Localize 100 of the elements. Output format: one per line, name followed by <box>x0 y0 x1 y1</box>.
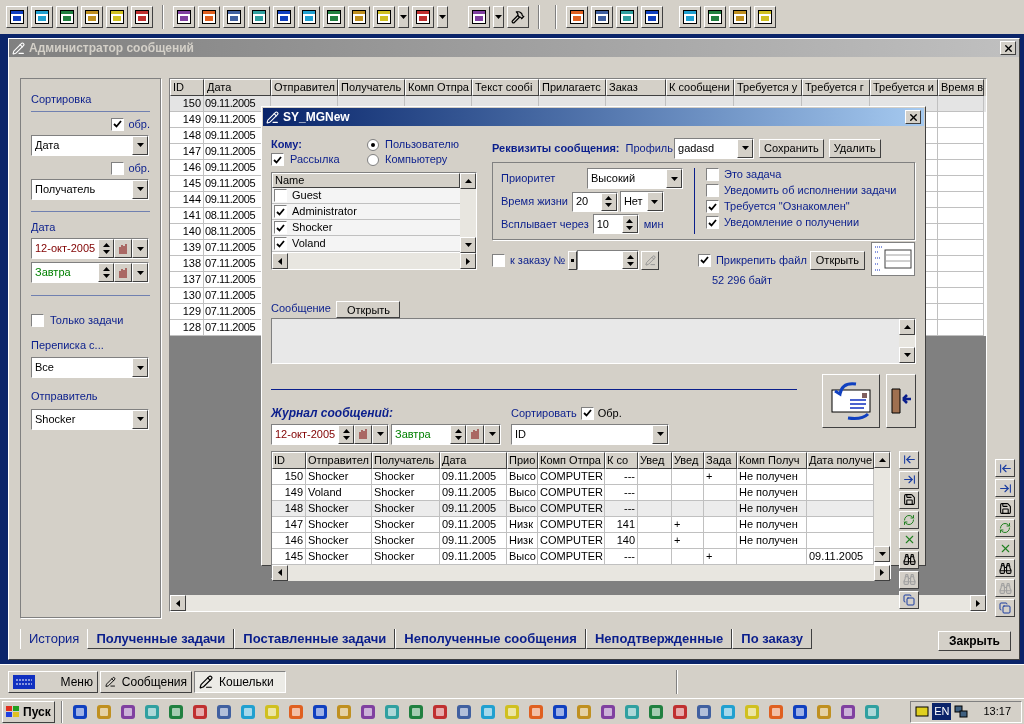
tab[interactable]: Полученные задачи <box>87 629 235 649</box>
calendar-button[interactable] <box>114 239 132 258</box>
toolbar-dropdown-button[interactable] <box>437 6 448 28</box>
column-header[interactable]: Текст сообі <box>472 79 539 96</box>
dropdown[interactable]: ID <box>511 423 669 445</box>
spin-button[interactable] <box>450 424 466 444</box>
column-header[interactable]: Дата получе <box>807 451 874 469</box>
radio-button[interactable] <box>367 138 379 151</box>
column-header[interactable]: Зада <box>704 451 737 469</box>
column-header[interactable]: Получатель <box>338 79 405 96</box>
toolbar-button[interactable] <box>566 6 588 28</box>
toolbar-button[interactable] <box>323 6 345 28</box>
vertical-scrollbar[interactable] <box>874 451 890 562</box>
app-icon[interactable] <box>191 703 208 720</box>
column-header[interactable]: Требуется у <box>734 79 802 96</box>
toolbar-button[interactable] <box>81 6 103 28</box>
app-icon[interactable] <box>359 703 376 720</box>
delete-button[interactable] <box>995 539 1015 557</box>
app-icon[interactable] <box>311 703 328 720</box>
vertical-scrollbar[interactable] <box>899 318 915 363</box>
toolbar-button[interactable] <box>616 6 638 28</box>
date-field[interactable]: 12-окт-2005 <box>271 423 389 445</box>
column-header[interactable]: Получатель <box>372 451 440 469</box>
dropdown[interactable]: Дата <box>31 134 149 156</box>
move-left-button[interactable] <box>899 450 919 469</box>
refresh-button[interactable] <box>995 519 1015 537</box>
toolbar-dropdown-button[interactable] <box>398 6 409 28</box>
toolbar-dropdown-button[interactable] <box>493 6 504 28</box>
toolbar-button[interactable] <box>412 6 434 28</box>
move-right-button[interactable] <box>995 479 1015 497</box>
date-field[interactable]: Завтра <box>31 262 149 283</box>
checkbox[interactable] <box>274 221 287 234</box>
checkbox[interactable] <box>271 153 284 166</box>
checkbox[interactable] <box>697 253 711 267</box>
open-button[interactable]: Открыть <box>809 250 865 270</box>
dropdown-button[interactable] <box>132 409 148 429</box>
checkbox[interactable] <box>492 253 505 267</box>
checkbox[interactable] <box>274 237 287 250</box>
column-header[interactable]: Заказ <box>606 79 666 96</box>
spin-button[interactable] <box>621 215 638 233</box>
dropdown-button[interactable] <box>132 179 148 199</box>
list-item[interactable]: Guest <box>292 187 322 204</box>
dropdown-button[interactable] <box>132 239 148 258</box>
dropdown[interactable]: Нет <box>619 191 664 212</box>
dropdown-button[interactable] <box>666 169 682 188</box>
column-header[interactable]: Дата <box>440 451 507 469</box>
calendar-button[interactable] <box>114 263 132 282</box>
dropdown-button[interactable] <box>646 192 663 211</box>
tab[interactable]: По заказу <box>732 629 812 649</box>
exit-button[interactable] <box>886 373 916 428</box>
toolbar-button[interactable] <box>6 6 28 28</box>
toolbar-button[interactable] <box>106 6 128 28</box>
column-header[interactable]: Комп Отпра <box>405 79 472 96</box>
spin-button[interactable] <box>338 424 354 444</box>
move-left-button[interactable] <box>995 459 1015 477</box>
save-button[interactable]: Сохранить <box>759 138 824 158</box>
column-header[interactable]: Отправител <box>271 79 338 96</box>
network-icon[interactable] <box>954 704 969 719</box>
dropdown[interactable]: Получатель <box>31 178 149 200</box>
dropdown-button[interactable] <box>372 424 388 444</box>
app-icon[interactable] <box>167 703 184 720</box>
monitor-icon[interactable] <box>915 704 930 719</box>
date-field[interactable]: Завтра <box>391 423 501 445</box>
save-button[interactable] <box>995 499 1015 517</box>
app-icon[interactable] <box>647 703 664 720</box>
app-icon[interactable] <box>119 703 136 720</box>
dropdown[interactable]: Все <box>31 357 149 378</box>
tab[interactable]: Поставленные задачи <box>234 629 396 649</box>
checkbox[interactable] <box>111 117 125 131</box>
column-header[interactable]: К со <box>605 451 638 469</box>
close-button[interactable]: Закрыть <box>937 631 1011 651</box>
column-header[interactable]: К сообщени <box>666 79 734 96</box>
dropdown-button[interactable] <box>568 250 578 270</box>
column-header[interactable]: Комп Получ <box>737 451 807 469</box>
search-button[interactable] <box>995 559 1015 577</box>
horizontal-scrollbar[interactable] <box>272 253 476 269</box>
column-header[interactable]: Комп Отпра <box>538 451 605 469</box>
column-header[interactable]: Увед <box>672 451 704 469</box>
checkbox[interactable] <box>111 161 125 175</box>
checkbox[interactable] <box>706 184 719 197</box>
toolbar-button[interactable] <box>31 6 53 28</box>
toolbar-button[interactable] <box>56 6 78 28</box>
date-field[interactable]: 12-окт-2005 <box>31 238 149 259</box>
app-icon[interactable] <box>407 703 424 720</box>
app-icon[interactable] <box>455 703 472 720</box>
dropdown-button[interactable] <box>484 424 500 444</box>
close-button[interactable] <box>905 110 921 124</box>
toolbar-button[interactable] <box>198 6 220 28</box>
copy-button[interactable] <box>995 599 1015 617</box>
app-icon[interactable] <box>431 703 448 720</box>
checkbox[interactable] <box>706 168 719 181</box>
spin-button[interactable] <box>98 263 114 282</box>
toolbar-button[interactable] <box>679 6 701 28</box>
app-icon[interactable] <box>839 703 856 720</box>
toolbar-button[interactable] <box>131 6 153 28</box>
radio-button[interactable] <box>367 153 379 166</box>
tab[interactable]: Неполученные сообщения <box>395 629 586 649</box>
open-button[interactable]: Открыть <box>335 300 400 318</box>
column-header[interactable]: Прио <box>507 451 538 469</box>
spin-button[interactable] <box>600 192 617 211</box>
